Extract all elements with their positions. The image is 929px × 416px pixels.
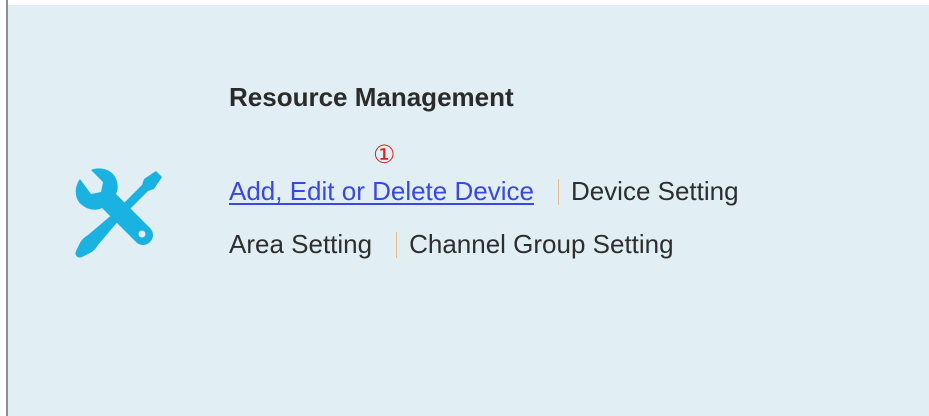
links-row-2: Area Setting Channel Group Setting xyxy=(229,229,674,259)
link-separator xyxy=(557,179,559,205)
links-row-1: Add, Edit or Delete Device Device Setting xyxy=(229,176,739,206)
link-separator xyxy=(396,232,398,258)
wrench-screwdriver-icon xyxy=(70,165,166,261)
step-marker: ① xyxy=(373,140,396,169)
channel-group-setting-link[interactable]: Channel Group Setting xyxy=(409,229,674,259)
area-setting-link[interactable]: Area Setting xyxy=(229,229,372,259)
window-frame: Resource Management ① Add, Edit or Delet… xyxy=(0,0,929,416)
section-title: Resource Management xyxy=(229,82,514,112)
device-setting-link[interactable]: Device Setting xyxy=(571,176,739,206)
add-edit-delete-device-link[interactable]: Add, Edit or Delete Device xyxy=(229,176,534,206)
